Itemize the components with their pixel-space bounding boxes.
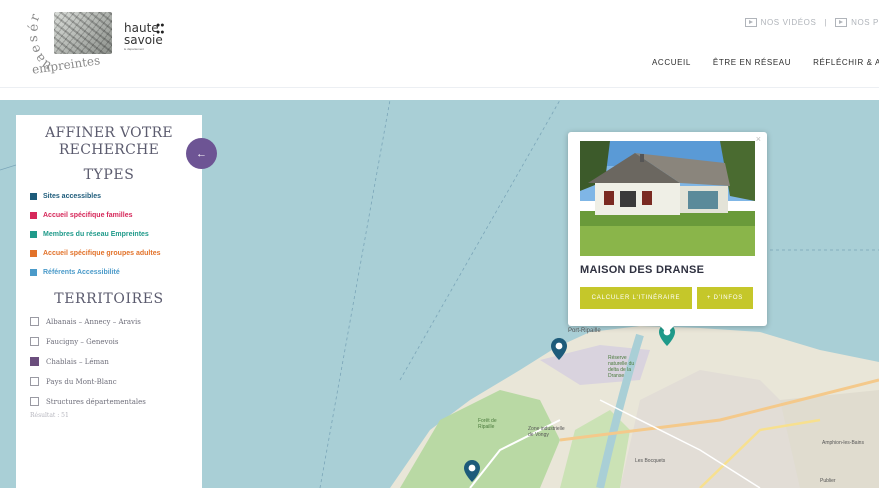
territories-list: Albanais – Annecy – Aravis Faucigny – Ge… bbox=[30, 317, 188, 406]
nav-accueil[interactable]: ACCUEIL bbox=[652, 58, 691, 67]
legend-swatch bbox=[30, 269, 37, 276]
more-info-button[interactable]: + D'INFOS bbox=[697, 287, 753, 309]
collapse-panel-button[interactable]: ← bbox=[186, 138, 217, 169]
place-title: MAISON DES DRANSE bbox=[580, 264, 705, 276]
legend-swatch bbox=[30, 193, 37, 200]
checkbox[interactable] bbox=[30, 397, 39, 406]
nos-p-link[interactable]: NOS P bbox=[835, 17, 879, 27]
filter-panel: AFFINER VOTRE RECHERCHE TYPES Sites acce… bbox=[16, 115, 202, 488]
types-list: Sites accessibles Accueil spécifique fam… bbox=[30, 193, 188, 277]
checkbox[interactable] bbox=[30, 337, 39, 346]
chevron-left-icon: ← bbox=[196, 147, 207, 160]
divider: | bbox=[824, 17, 828, 27]
logo-sub: le département bbox=[124, 47, 145, 51]
nos-videos-link[interactable]: NOS VIDÉOS bbox=[744, 17, 817, 27]
nos-p-label: NOS P bbox=[851, 17, 879, 27]
type-label: Référents Accessibilité bbox=[43, 269, 120, 276]
map-pin[interactable] bbox=[464, 460, 480, 482]
legend-swatch bbox=[30, 250, 37, 257]
legend-swatch bbox=[30, 212, 37, 219]
territory-label: Pays du Mont-Blanc bbox=[46, 377, 117, 386]
reseau-empreintes-logo[interactable]: r é s e a u empreintes bbox=[20, 6, 112, 78]
territory-mont-blanc[interactable]: Pays du Mont-Blanc bbox=[30, 377, 188, 386]
map-label-foret: Forêt de Ripaille bbox=[478, 418, 497, 430]
checkbox[interactable] bbox=[30, 377, 39, 386]
type-label: Accueil spécifique familles bbox=[43, 212, 133, 219]
map-label-les-bocquets: Les Bocquets bbox=[635, 458, 666, 464]
type-item-groupes-adultes[interactable]: Accueil spécifique groupes adultes bbox=[30, 250, 188, 258]
checkbox-checked[interactable] bbox=[30, 357, 39, 366]
type-item-referents[interactable]: Référents Accessibilité bbox=[30, 269, 188, 277]
place-popup: × MAISON DES DRANSE CALCULER L'ITINÉRAIR… bbox=[568, 132, 767, 333]
territory-albanais[interactable]: Albanais – Annecy – Aravis bbox=[30, 317, 188, 326]
close-icon[interactable]: × bbox=[756, 134, 761, 144]
map-pin-icon bbox=[464, 460, 480, 482]
panel-title: AFFINER VOTRE RECHERCHE bbox=[45, 125, 173, 158]
house-photo-image bbox=[580, 141, 755, 256]
type-item-sites-accessibles[interactable]: Sites accessibles bbox=[30, 193, 188, 201]
map-label-port-ripaille: Port-Ripaille bbox=[568, 328, 601, 334]
types-heading: TYPES bbox=[83, 167, 135, 183]
map-label-reserve: Réserve naturelle du delta de la Dranse bbox=[608, 355, 635, 379]
haute-savoie-logo[interactable]: haute ●● ●● savoie le département bbox=[124, 22, 184, 62]
territoires-heading: TERRITOIRES bbox=[54, 291, 164, 307]
type-label: Sites accessibles bbox=[43, 193, 101, 200]
site-header: r é s e a u empreintes haute ●● ●● savoie… bbox=[0, 0, 879, 88]
map-pin[interactable] bbox=[551, 338, 567, 360]
territory-chablais[interactable]: Chablais – Léman bbox=[30, 357, 188, 366]
type-item-membres[interactable]: Membres du réseau Empreintes bbox=[30, 231, 188, 239]
territory-label: Albanais – Annecy – Aravis bbox=[46, 317, 141, 326]
type-label: Membres du réseau Empreintes bbox=[43, 231, 149, 238]
logo-word-reseau: r é s e a u bbox=[25, 11, 55, 74]
video-icon bbox=[835, 17, 848, 27]
place-photo bbox=[580, 141, 755, 256]
legend-swatch bbox=[30, 231, 37, 238]
map-label-publier: Publier bbox=[820, 478, 836, 484]
itinerary-button[interactable]: CALCULER L'ITINÉRAIRE bbox=[580, 287, 692, 309]
popup-arrow bbox=[660, 326, 674, 333]
nav-reflechir-agir[interactable]: RÉFLÉCHIR & AGIR bbox=[813, 58, 879, 67]
map-pin-icon bbox=[551, 338, 567, 360]
territory-faucigny[interactable]: Faucigny – Genevois bbox=[30, 337, 188, 346]
territory-label: Faucigny – Genevois bbox=[46, 337, 119, 346]
type-label: Accueil spécifique groupes adultes bbox=[43, 250, 161, 257]
nav-etre-en-reseau[interactable]: ÊTRE EN RÉSEAU bbox=[713, 58, 791, 67]
territory-label: Chablais – Léman bbox=[46, 357, 109, 366]
type-item-accueil-familles[interactable]: Accueil spécifique familles bbox=[30, 212, 188, 220]
territory-label: Structures départementales bbox=[46, 397, 146, 406]
result-count: Résultat : 51 bbox=[30, 412, 69, 419]
top-links: NOS VIDÉOS | NOS P bbox=[744, 12, 879, 32]
main-nav: ACCUEIL ÊTRE EN RÉSEAU RÉFLÉCHIR & AGIR bbox=[652, 58, 879, 67]
map-label-amphion: Amphion-les-Bains bbox=[822, 440, 864, 446]
map-label-zone-industrielle: Zone industrielle de Vongy bbox=[528, 426, 565, 438]
nos-videos-label: NOS VIDÉOS bbox=[760, 17, 817, 27]
territory-structures[interactable]: Structures départementales bbox=[30, 397, 188, 406]
logo-savoie: savoie bbox=[124, 33, 163, 47]
logo-dots-icon: ●● ●● bbox=[156, 22, 165, 36]
checkbox[interactable] bbox=[30, 317, 39, 326]
video-icon bbox=[744, 17, 757, 27]
